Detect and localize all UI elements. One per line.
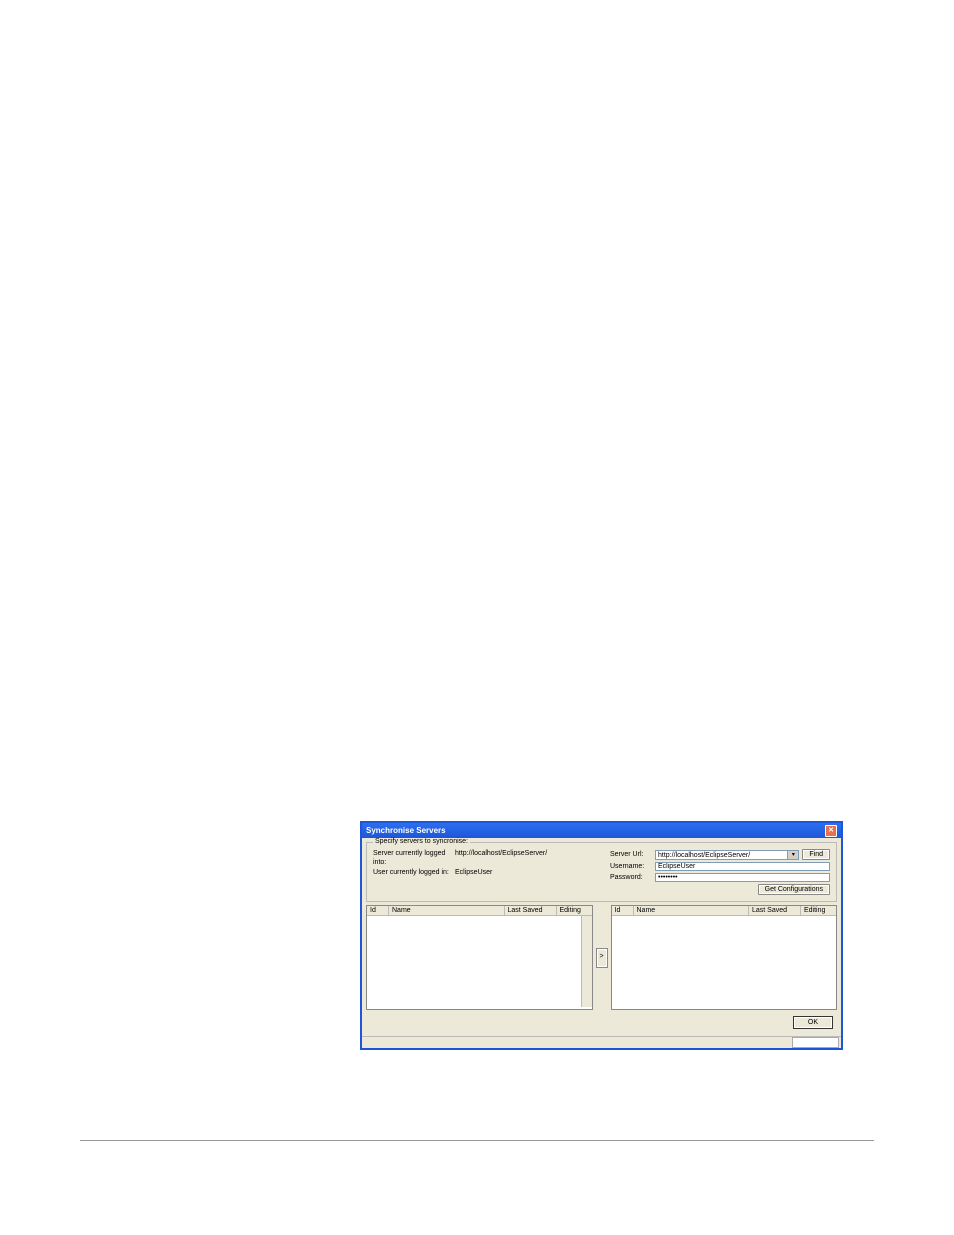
specify-servers-group: Specify servers to syncronise: Server cu…	[366, 842, 837, 902]
left-list-header: Id Name Last Saved Editing	[367, 906, 592, 916]
col-editing[interactable]: Editing	[801, 906, 836, 915]
right-list-header: Id Name Last Saved Editing	[612, 906, 837, 916]
left-list-rows[interactable]	[367, 916, 581, 1007]
user-logged-label: User currently logged in:	[373, 868, 455, 877]
group-label: Specify servers to syncronise:	[373, 838, 470, 845]
find-button[interactable]: Find	[802, 849, 830, 860]
username-label: Username:	[610, 863, 652, 870]
server-url-label: Server Url:	[610, 851, 652, 858]
close-button[interactable]: ✕	[825, 825, 837, 837]
chevron-down-icon[interactable]: ▾	[787, 851, 798, 859]
col-name[interactable]: Name	[389, 906, 505, 915]
connection-form: Server Url: http://localhost/EclipseServ…	[610, 849, 830, 895]
transfer-controls: >	[596, 905, 608, 1010]
password-input[interactable]	[655, 873, 830, 882]
titlebar[interactable]: Synchronise Servers ✕	[362, 823, 841, 838]
col-editing[interactable]: Editing	[557, 906, 592, 915]
status-cell	[792, 1037, 839, 1048]
transfer-right-button[interactable]: >	[596, 948, 608, 968]
col-last-saved[interactable]: Last Saved	[505, 906, 557, 915]
dialog-body: Specify servers to syncronise: Server cu…	[362, 838, 841, 1036]
window-title: Synchronise Servers	[366, 826, 446, 835]
server-logged-label: Server currently logged into:	[373, 849, 455, 867]
current-login-info: Server currently logged into: http://loc…	[373, 849, 590, 895]
left-scrollbar[interactable]	[581, 916, 592, 1007]
configuration-lists: Id Name Last Saved Editing > Id Name Las…	[366, 905, 837, 1010]
server-logged-value: http://localhost/EclipseServer/	[455, 849, 547, 867]
user-logged-value: EclipseUser	[455, 868, 492, 877]
col-id[interactable]: Id	[367, 906, 389, 915]
right-list-rows[interactable]	[612, 916, 837, 1007]
left-config-list[interactable]: Id Name Last Saved Editing	[366, 905, 593, 1010]
footer-divider	[80, 1140, 874, 1141]
close-icon: ✕	[828, 827, 834, 834]
col-name[interactable]: Name	[634, 906, 750, 915]
dialog-buttons: OK	[366, 1010, 837, 1032]
get-configurations-button[interactable]: Get Configurations	[758, 884, 830, 895]
col-last-saved[interactable]: Last Saved	[749, 906, 801, 915]
server-url-dropdown[interactable]: http://localhost/EclipseServer/ ▾	[655, 850, 799, 860]
password-label: Password:	[610, 874, 652, 881]
statusbar	[362, 1036, 841, 1048]
server-url-value: http://localhost/EclipseServer/	[656, 851, 787, 859]
username-input[interactable]	[655, 862, 830, 871]
synchronise-servers-dialog: Synchronise Servers ✕ Specify servers to…	[360, 821, 843, 1050]
col-id[interactable]: Id	[612, 906, 634, 915]
right-config-list[interactable]: Id Name Last Saved Editing	[611, 905, 838, 1010]
ok-button[interactable]: OK	[793, 1016, 833, 1029]
